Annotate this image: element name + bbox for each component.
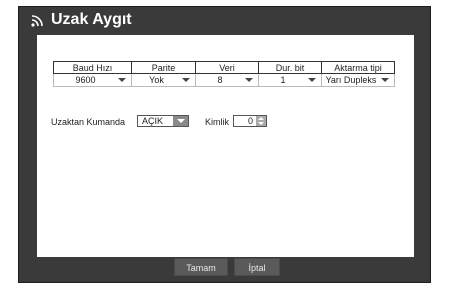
remote-control-value: AÇIK: [142, 116, 164, 126]
chevron-down-icon: [308, 78, 316, 82]
signal-icon: [31, 15, 43, 27]
table-header-row: Baud Hızı Parite Veri Dur. bit Aktarma t…: [53, 61, 395, 74]
cancel-button[interactable]: İptal: [234, 258, 280, 276]
dropdown-button[interactable]: [173, 116, 188, 126]
chevron-down-icon[interactable]: [258, 122, 264, 125]
column-header-baud: Baud Hızı: [53, 61, 132, 74]
ok-button[interactable]: Tamam: [174, 258, 228, 276]
spinner-buttons[interactable]: [256, 116, 266, 126]
chevron-up-icon[interactable]: [258, 117, 264, 120]
id-stepper[interactable]: 0: [233, 115, 267, 127]
column-header-transmission: Aktarma tipi: [321, 61, 395, 74]
baud-rate-dropdown[interactable]: 9600: [53, 73, 132, 87]
id-value: 0: [247, 116, 253, 126]
settings-panel: Baud Hızı Parite Veri Dur. bit Aktarma t…: [37, 35, 414, 257]
title-bar: Uzak Aygıt: [19, 7, 430, 33]
chevron-down-icon: [381, 78, 389, 82]
dialog-title: Uzak Aygıt: [51, 11, 132, 28]
chevron-down-icon: [177, 119, 185, 123]
table-row: 9600 Yok 8 1 Yarı Dupleks: [53, 73, 395, 87]
remote-control-select[interactable]: AÇIK: [137, 115, 189, 127]
chevron-down-icon: [245, 78, 253, 82]
transmission-type-dropdown[interactable]: Yarı Dupleks: [321, 73, 395, 87]
id-label: Kimlik: [205, 117, 229, 127]
column-header-parity: Parite: [131, 61, 196, 74]
serial-settings-table: Baud Hızı Parite Veri Dur. bit Aktarma t…: [53, 61, 395, 87]
chevron-down-icon: [182, 78, 190, 82]
parity-dropdown[interactable]: Yok: [131, 73, 196, 87]
stop-bit-dropdown[interactable]: 1: [258, 73, 322, 87]
dialog-window: Uzak Aygıt Baud Hızı Parite Veri Dur. bi…: [18, 6, 431, 283]
remote-control-label: Uzaktan Kumanda: [51, 117, 126, 127]
column-header-stop-bit: Dur. bit: [258, 61, 322, 74]
chevron-down-icon: [118, 78, 126, 82]
data-bits-dropdown[interactable]: 8: [195, 73, 259, 87]
column-header-data: Veri: [195, 61, 259, 74]
